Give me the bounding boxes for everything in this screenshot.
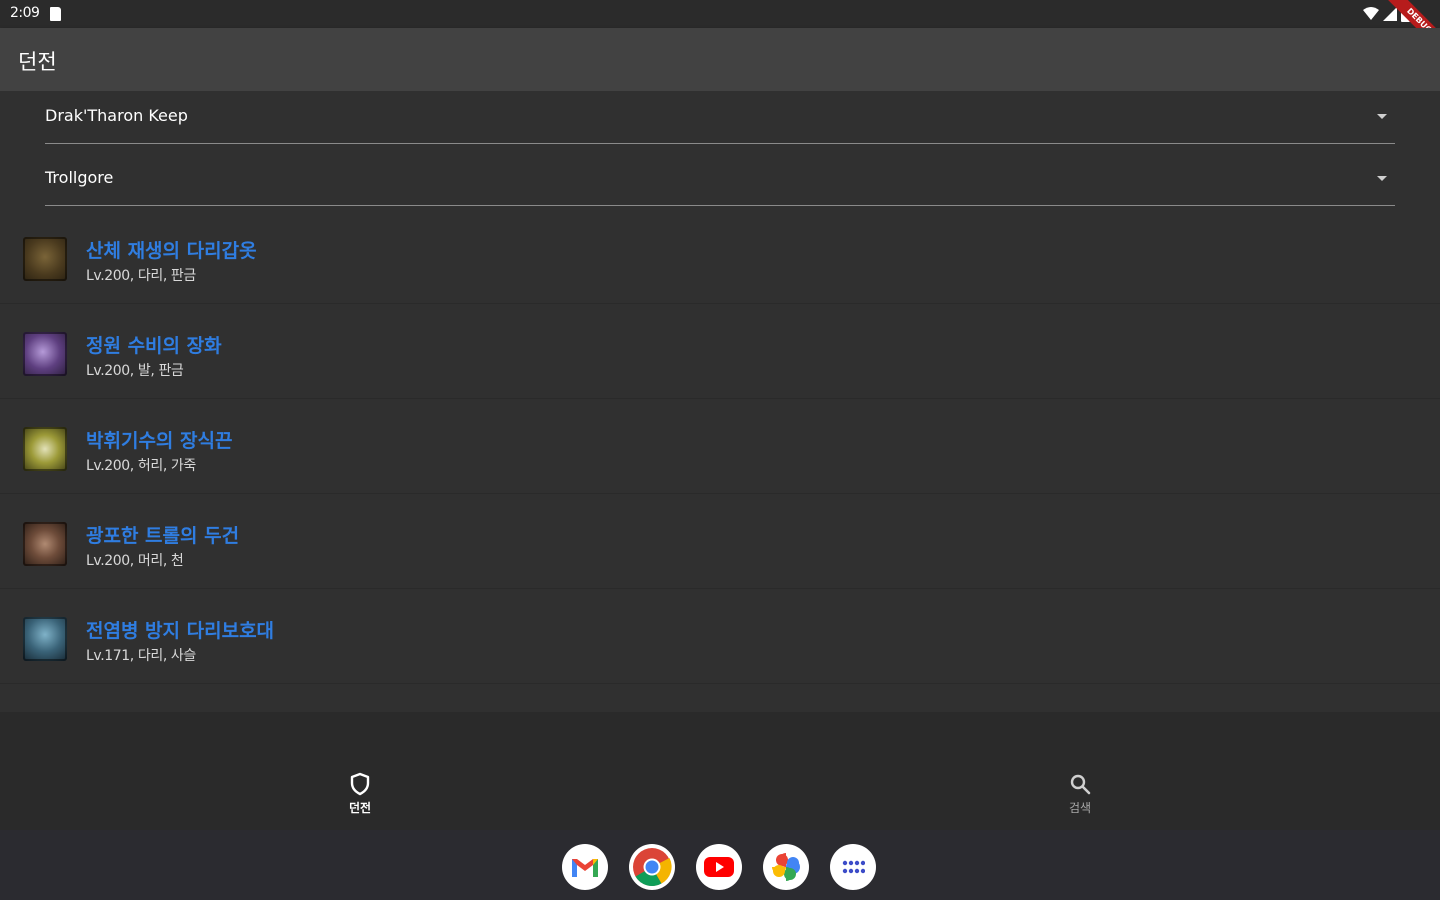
item-name: 산체 재생의 다리갑옷 — [86, 240, 257, 262]
sd-card-icon — [50, 7, 61, 21]
wifi-icon — [1363, 7, 1379, 20]
item-meta: Lv.200, 발, 판금 — [86, 363, 184, 379]
dungeon-dropdown[interactable]: Drak'Tharon Keep — [45, 91, 1395, 144]
dungeon-content: Drak'Tharon Keep Trollgore 산체 재생의 다리갑옷 L… — [0, 91, 1440, 712]
page-title: 던전 — [18, 50, 57, 74]
dropdown-arrow-icon — [1377, 114, 1387, 119]
shield-icon — [350, 772, 370, 796]
app-drawer-icon[interactable] — [830, 844, 876, 890]
youtube-logo — [704, 857, 734, 877]
bottom-nav: 던전 검색 — [0, 712, 1440, 830]
item-meta: Lv.200, 허리, 가죽 — [86, 458, 196, 474]
dungeon-dropdown-value: Drak'Tharon Keep — [45, 106, 188, 125]
leg-armor-icon — [23, 237, 67, 281]
search-icon — [1070, 774, 1091, 795]
item-meta: Lv.200, 다리, 판금 — [86, 268, 196, 284]
loot-list: 산체 재생의 다리갑옷 Lv.200, 다리, 판금 정원 수비의 장화 Lv.… — [0, 209, 1440, 712]
app-dock — [562, 844, 876, 890]
hood-icon — [23, 522, 67, 566]
app-grid-dots — [842, 860, 865, 874]
gmail-logo — [572, 859, 598, 877]
photos-logo — [772, 853, 800, 881]
taskbar — [0, 830, 1440, 900]
list-item[interactable]: 산체 재생의 다리갑옷 Lv.200, 다리, 판금 — [0, 209, 1440, 304]
item-name: 전염병 방지 다리보호대 — [86, 620, 275, 642]
item-name: 정원 수비의 장화 — [86, 335, 222, 357]
app-bar: 던전 — [0, 28, 1440, 91]
status-time: 2:09 — [10, 5, 40, 21]
item-name: 박휘기수의 장식끈 — [86, 430, 233, 452]
nav-search[interactable]: 검색 — [1040, 772, 1120, 828]
youtube-icon[interactable] — [696, 844, 742, 890]
nav-dungeon[interactable]: 던전 — [320, 772, 400, 828]
chrome-icon[interactable] — [629, 844, 675, 890]
chrome-logo — [633, 848, 672, 887]
nav-dungeon-label: 던전 — [348, 801, 372, 815]
boss-dropdown[interactable]: Trollgore — [45, 153, 1395, 206]
nav-search-label: 검색 — [1068, 801, 1092, 815]
signal-icon — [1383, 7, 1397, 21]
list-item[interactable]: 정원 수비의 장화 Lv.200, 발, 판금 — [0, 304, 1440, 399]
list-item[interactable] — [0, 684, 1440, 712]
gmail-icon[interactable] — [562, 844, 608, 890]
boots-icon — [23, 332, 67, 376]
item-meta: Lv.200, 머리, 천 — [86, 553, 184, 569]
photos-icon[interactable] — [763, 844, 809, 890]
boss-dropdown-value: Trollgore — [45, 168, 114, 187]
belt-icon — [23, 427, 67, 471]
list-item[interactable]: 전염병 방지 다리보호대 Lv.171, 다리, 사슬 — [0, 589, 1440, 684]
leg-guard-icon — [23, 617, 67, 661]
list-item[interactable]: 광포한 트롤의 두건 Lv.200, 머리, 천 — [0, 494, 1440, 589]
item-name: 광포한 트롤의 두건 — [86, 525, 240, 547]
dropdown-arrow-icon — [1377, 176, 1387, 181]
item-meta: Lv.171, 다리, 사슬 — [86, 648, 196, 664]
list-item[interactable]: 박휘기수의 장식끈 Lv.200, 허리, 가죽 — [0, 399, 1440, 494]
status-bar: 2:09 DEBUG — [0, 0, 1440, 65]
